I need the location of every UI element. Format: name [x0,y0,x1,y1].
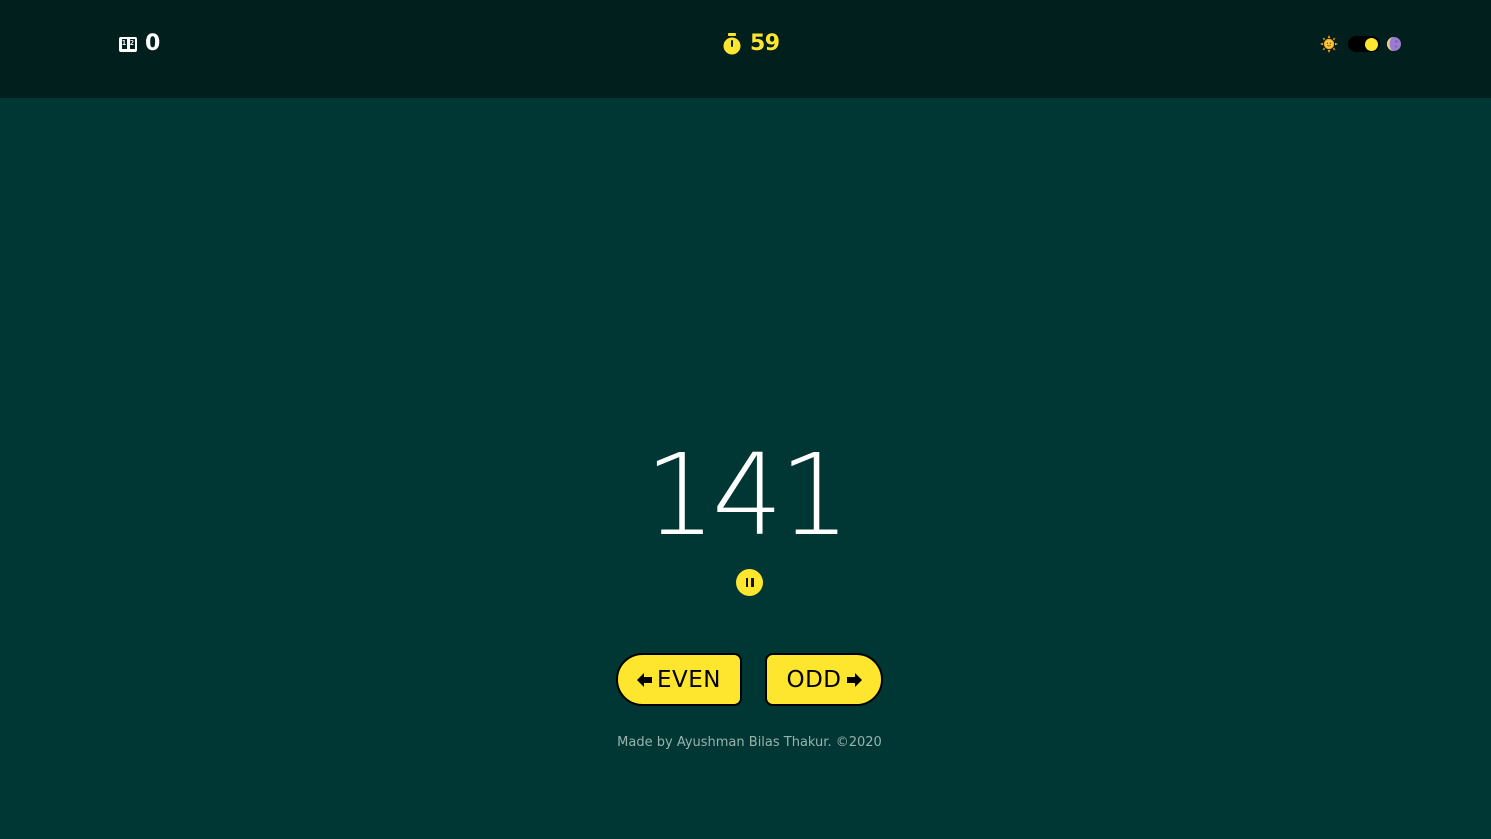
scoreboard-icon: 1 2 [119,36,137,52]
toggle-knob [1365,37,1378,51]
scoreboard-digit: 1 [121,39,127,49]
sun-icon [1320,35,1338,53]
timer-display: 59 [722,31,780,57]
stopwatch-icon [723,33,741,55]
odd-button[interactable]: ODD [765,653,883,706]
odd-button-label: ODD [786,666,842,693]
timer-value: 59 [750,31,780,56]
even-button-label: EVEN [656,666,721,693]
pause-button[interactable] [736,569,763,596]
theme-toggle[interactable] [1348,36,1380,52]
current-number: 141 [644,431,851,561]
arrow-right-icon [846,672,862,687]
top-bar: 1 2 0 59 [0,0,1491,98]
score-display: 1 2 0 [119,31,160,57]
pause-icon [751,578,754,587]
footer-credit: Made by Ayushman Bilas Thakur. ©2020 [617,735,882,750]
scoreboard-digit: 2 [129,39,135,49]
pause-icon [745,578,748,587]
theme-switcher [1320,35,1402,53]
score-value: 0 [145,31,161,56]
even-button[interactable]: EVEN [616,653,742,706]
moon-icon [1387,37,1401,51]
arrow-left-icon [636,672,652,687]
